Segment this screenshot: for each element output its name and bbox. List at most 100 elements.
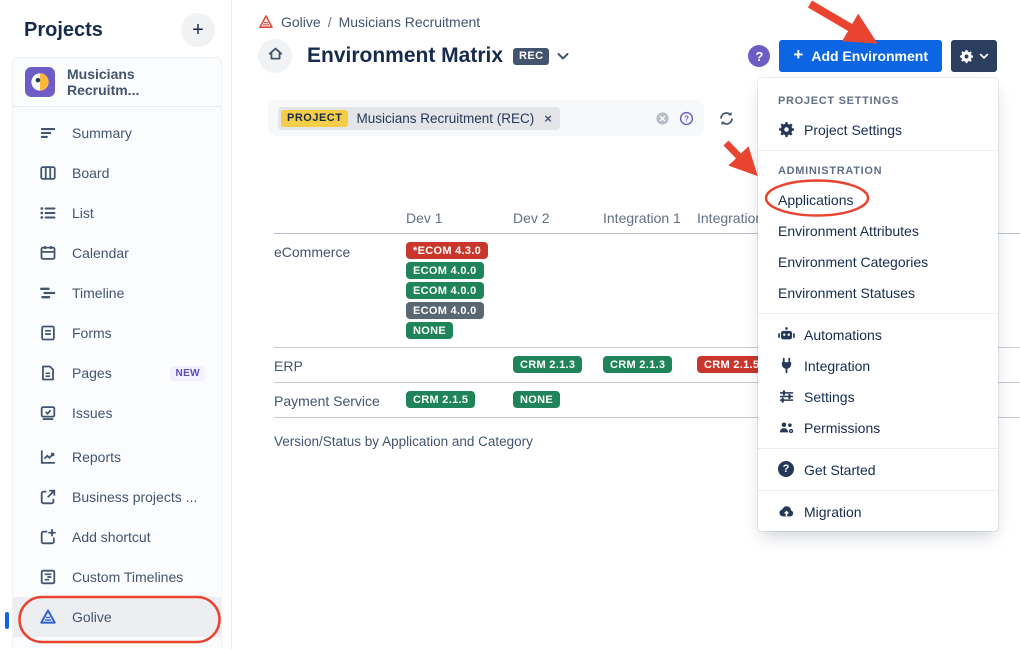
menu-item-environment-statuses[interactable]: Environment Statuses	[758, 277, 998, 308]
sidebar-item-label: Issues	[72, 405, 112, 421]
pages-icon	[39, 364, 57, 382]
timeline-icon	[39, 284, 57, 302]
project-lozenge: PROJECT	[281, 110, 348, 127]
sidebar-item-label: Timeline	[72, 285, 124, 301]
sidebar-item-add-shortcut[interactable]: Add shortcut	[13, 517, 221, 557]
menu-item-label: Environment Categories	[778, 254, 928, 270]
project-panel: Musicians Recruitm... SummaryBoard List Ca…	[12, 57, 222, 648]
external-link-icon	[39, 488, 57, 506]
sidebar-item-business-projects[interactable]: Business projects ...	[13, 477, 221, 517]
summary-icon	[39, 124, 57, 142]
new-badge: NEW	[170, 366, 205, 381]
menu-item-get-started[interactable]: ? Get Started	[758, 454, 998, 485]
menu-divider	[758, 150, 998, 151]
env-version-badge[interactable]: CRM 2.1.3	[513, 356, 582, 373]
menu-item-integration[interactable]: Integration	[758, 350, 998, 381]
env-version-badge[interactable]: *ECOM 4.3.0	[406, 242, 488, 259]
menu-item-settings[interactable]: Settings	[758, 381, 998, 412]
svg-text:?: ?	[684, 114, 689, 123]
menu-item-automations[interactable]: Automations	[758, 319, 998, 350]
menu-item-permissions[interactable]: Permissions	[758, 412, 998, 443]
env-version-badge[interactable]: ECOM 4.0.0	[406, 282, 484, 299]
gear-icon	[778, 121, 795, 138]
env-version-badge[interactable]: CRM 2.1.5	[697, 356, 766, 373]
settings-gear-button[interactable]	[951, 40, 997, 72]
env-version-badge[interactable]: NONE	[406, 322, 453, 339]
filter-bar[interactable]: PROJECT Musicians Recruitment (REC) × ?	[268, 100, 704, 136]
plus-icon: +	[793, 45, 803, 65]
add-project-button[interactable]: +	[181, 13, 215, 47]
menu-item-migration[interactable]: Migration	[758, 496, 998, 527]
menu-item-environment-attributes[interactable]: Environment Attributes	[758, 215, 998, 246]
breadcrumb: Golive / Musicians Recruitment	[258, 14, 1020, 30]
menu-section-header: PROJECT SETTINGS	[758, 86, 998, 114]
sidebar-item-label: Calendar	[72, 245, 129, 261]
sidebar-item-label: List	[72, 205, 94, 221]
matrix-cell: *ECOM 4.3.0 ECOM 4.0.0 ECOM 4.0.0 ECOM 4.0.…	[406, 242, 513, 339]
clear-filter-icon[interactable]	[655, 111, 670, 126]
question-icon: ?	[755, 49, 763, 64]
help-button[interactable]: ?	[748, 45, 770, 67]
sliders-icon	[778, 388, 795, 405]
gear-icon	[959, 49, 974, 64]
add-environment-button[interactable]: + Add Environment	[779, 40, 942, 72]
matrix-cell: CRM 2.1.3	[513, 356, 603, 373]
header-actions: ? + Add Environment	[748, 40, 997, 72]
matrix-column-header: Dev 1	[406, 210, 513, 226]
menu-item-label: Integration	[804, 358, 870, 374]
filter-help-icon[interactable]: ?	[679, 111, 694, 126]
env-version-badge[interactable]: NONE	[513, 391, 560, 408]
env-version-badge[interactable]: CRM 2.1.5	[406, 391, 475, 408]
matrix-corner-cell	[274, 224, 406, 226]
sidebar-item-calendar[interactable]: Calendar	[13, 233, 221, 273]
sidebar-item-golive[interactable]: Golive	[13, 597, 221, 637]
chevron-down-icon	[978, 50, 990, 62]
project-key-badge: REC	[513, 48, 549, 65]
matrix-cell: CRM 2.1.5	[406, 391, 513, 408]
matrix-column-header: Integration 1	[603, 210, 697, 226]
env-version-badge[interactable]: ECOM 4.0.0	[406, 302, 484, 319]
env-version-badge[interactable]: ECOM 4.0.0	[406, 262, 484, 279]
matrix-cell: NONE	[513, 391, 603, 408]
matrix-row-label: Payment Service	[274, 391, 406, 409]
breadcrumb-separator: /	[328, 14, 332, 30]
sidebar-item-custom-timelines[interactable]: Custom Timelines	[13, 557, 221, 597]
chevron-down-icon[interactable]	[555, 48, 571, 64]
project-filter-chip[interactable]: PROJECT Musicians Recruitment (REC) ×	[278, 107, 560, 130]
plus-icon: +	[192, 19, 204, 42]
sidebar-item-issues[interactable]: Issues	[13, 393, 221, 433]
refresh-icon[interactable]	[718, 110, 735, 127]
menu-item-applications[interactable]: Applications	[758, 184, 998, 215]
golive-logo-icon	[258, 14, 274, 30]
menu-divider	[758, 313, 998, 314]
sidebar-item-reports[interactable]: Reports	[13, 437, 221, 477]
sidebar-item-timeline[interactable]: Timeline	[13, 273, 221, 313]
golive-icon	[39, 608, 57, 626]
list-icon	[39, 204, 57, 222]
home-button[interactable]	[258, 39, 292, 73]
matrix-row-label: eCommerce	[274, 242, 406, 260]
sidebar-item-pages[interactable]: PagesNEW	[13, 353, 221, 393]
menu-item-label: Project Settings	[804, 122, 902, 138]
sidebar-item-list[interactable]: List	[13, 193, 221, 233]
menu-section-header: ADMINISTRATION	[758, 156, 998, 184]
menu-item-label: Permissions	[804, 420, 880, 436]
menu-item-environment-categories[interactable]: Environment Categories	[758, 246, 998, 277]
breadcrumb-golive[interactable]: Golive	[281, 14, 321, 30]
remove-filter-icon[interactable]: ×	[544, 111, 552, 126]
sidebar-item-summary[interactable]: Summary	[13, 113, 221, 153]
forms-icon	[39, 324, 57, 342]
filter-icons: ?	[655, 111, 694, 126]
breadcrumb-project[interactable]: Musicians Recruitment	[339, 14, 481, 30]
title-row: Environment Matrix REC ? + Add Environme…	[258, 39, 1020, 73]
sidebar-item-label: Custom Timelines	[72, 569, 183, 585]
menu-divider	[758, 448, 998, 449]
question-icon: ?	[778, 461, 795, 478]
sidebar-item-board[interactable]: Board	[13, 153, 221, 193]
menu-item-label: Get Started	[804, 462, 876, 478]
menu-item-project-settings[interactable]: Project Settings	[758, 114, 998, 145]
sidebar-item-forms[interactable]: Forms	[13, 313, 221, 353]
project-header[interactable]: Musicians Recruitm...	[13, 58, 221, 107]
env-version-badge[interactable]: CRM 2.1.3	[603, 356, 672, 373]
add-environment-label: Add Environment	[811, 48, 928, 64]
